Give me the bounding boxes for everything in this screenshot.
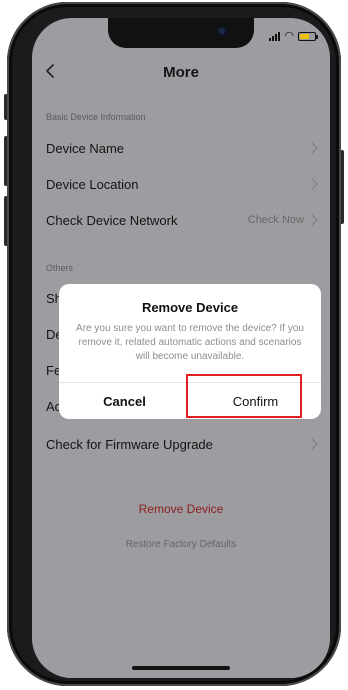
signal-icon [269, 31, 281, 41]
home-indicator[interactable] [132, 666, 230, 670]
remove-device-dialog: Remove Device Are you sure you want to r… [59, 284, 321, 419]
dialog-message: Are you sure you want to remove the devi… [76, 323, 304, 362]
confirm-button[interactable]: Confirm [190, 383, 321, 419]
dialog-title: Remove Device [141, 300, 239, 315]
battery-icon [298, 31, 318, 41]
phone-screen: ◠ More Basic Device Information Device N… [32, 18, 330, 678]
phone-frame: ◠ More Basic Device Information Device N… [7, 2, 341, 686]
notch [108, 18, 254, 48]
status-bar: ◠ [269, 30, 318, 42]
front-camera [217, 26, 227, 36]
wifi-icon: ◠ [284, 30, 294, 42]
cancel-button[interactable]: Cancel [59, 383, 190, 419]
